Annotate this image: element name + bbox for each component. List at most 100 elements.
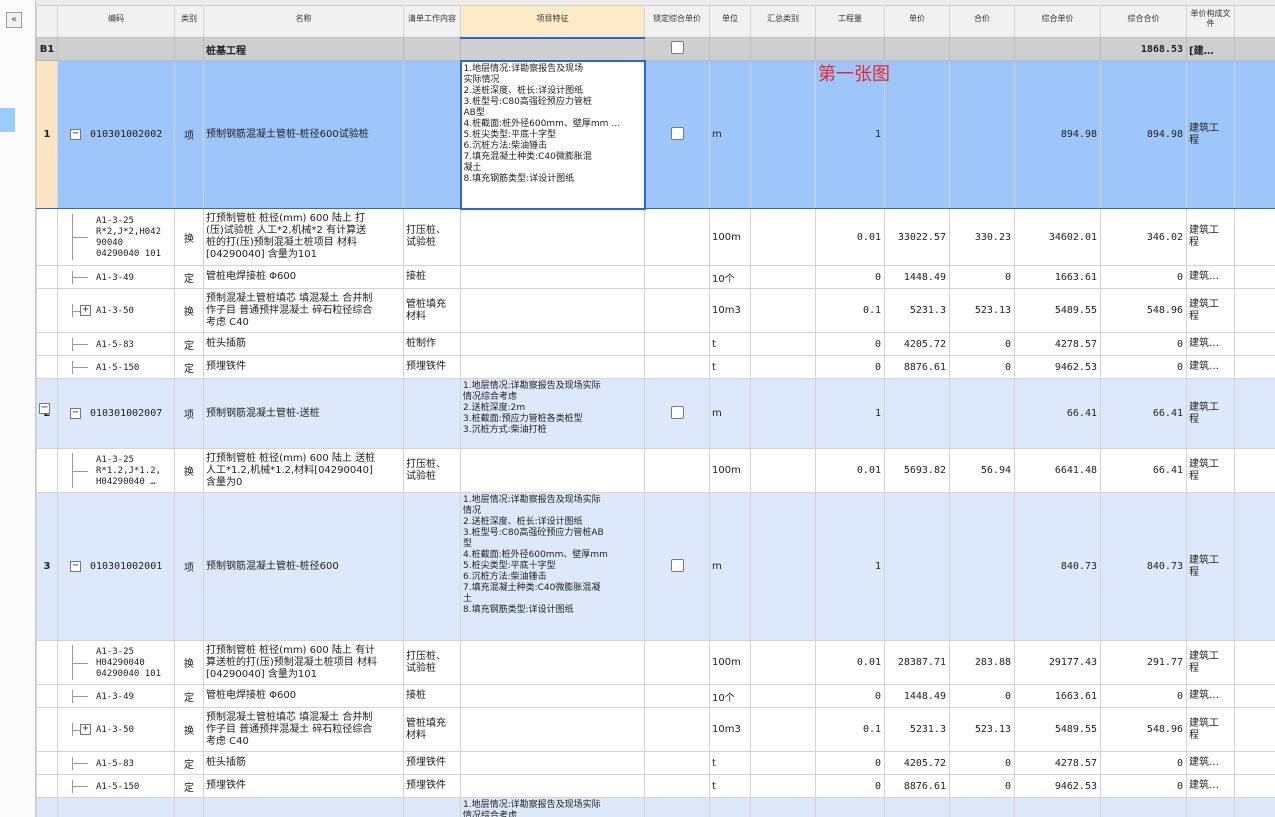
item-price-file[interactable]: 建筑工 程 — [1186, 640, 1235, 685]
item-code[interactable]: A1-3-25 R*1.2,J*1.2, H04290040 … — [57, 448, 175, 493]
quota-row[interactable]: A1-3-25 H04290040 04290040 101 换打预制管桩 桩径(… — [36, 640, 1275, 685]
item-code[interactable]: −010301002007 — [57, 378, 175, 449]
item-features[interactable]: 1.地层情况:详勘察报告及现场实际 情况综合考虑 2.送桩深度:2m 3.桩截面… — [460, 378, 645, 449]
item-comprehensive-price[interactable]: 34602.01 — [1014, 208, 1101, 266]
item-name[interactable]: 预制钢筋混凝土管桩-桩径600 — [203, 492, 404, 641]
item-unit[interactable]: t — [709, 774, 751, 798]
item-code[interactable]: A1-5-83 — [57, 751, 175, 775]
item-name[interactable]: 预埋铁件 — [203, 355, 404, 379]
item-quantity[interactable]: 1 — [815, 378, 885, 449]
bill-item-row[interactable]: 2−010301002007 项预制钢筋混凝土管桩-送桩 1.地层情况:详勘察报告及… — [36, 378, 1275, 449]
item-quantity[interactable]: 0.01 — [815, 640, 885, 685]
item-unit-price[interactable] — [884, 797, 950, 817]
item-features[interactable] — [460, 684, 645, 708]
item-quantity[interactable]: 0 — [815, 355, 885, 379]
quota-row[interactable]: A1-3-25 R*1.2,J*1.2, H04290040 … 换打预制管桩 桩… — [36, 448, 1275, 493]
item-price-file[interactable]: 建筑… — [1186, 332, 1235, 356]
item-code[interactable]: −010301002002 — [57, 60, 175, 209]
item-name[interactable]: 管桩电焊接桩 Φ600 — [203, 265, 404, 289]
item-price-file[interactable]: 建筑工 程 — [1186, 60, 1235, 209]
quota-row[interactable]: A1-5-150 定预埋铁件 预埋铁件 t 0 8876.61 0 9462.53 0 建筑… — [36, 774, 1275, 798]
item-unit[interactable]: 100m — [709, 208, 751, 266]
item-work-content[interactable]: 接桩 — [403, 265, 461, 289]
item-name[interactable]: 打预制管桩 桩径(mm) 600 陆上 有计 算送桩的打(压)预制混凝土桩项目 … — [203, 640, 404, 685]
item-unit[interactable] — [709, 797, 751, 817]
lock-price-checkbox[interactable] — [670, 405, 684, 419]
item-unit[interactable]: 10m3 — [709, 707, 751, 752]
item-code[interactable] — [57, 797, 175, 817]
item-quantity[interactable]: 0 — [815, 265, 885, 289]
header-3[interactable]: 清单工作内容 — [403, 0, 461, 38]
header-2[interactable]: 名称 — [203, 0, 404, 38]
header-13[interactable]: 单价构成文件 — [1186, 0, 1235, 38]
item-price-file[interactable]: 建筑工 程 — [1186, 208, 1235, 266]
quota-row[interactable]: + A1-3-50 换预制混凝土管桩填芯 填混凝土 合并制 作子目 普通预拌混凝土 … — [36, 288, 1275, 333]
item-code[interactable]: A1-3-25 H04290040 04290040 101 — [57, 640, 175, 685]
item-unit-price[interactable]: 5231.3 — [884, 288, 950, 333]
item-features[interactable] — [460, 208, 645, 266]
item-work-content[interactable] — [403, 797, 461, 817]
item-work-content[interactable]: 打压桩、 试验桩 — [403, 208, 461, 266]
item-price-file[interactable]: 建筑工 程 — [1186, 492, 1235, 641]
item-code[interactable]: + A1-3-50 — [57, 707, 175, 752]
item-summary-category[interactable] — [750, 684, 816, 708]
item-quantity[interactable]: 0 — [815, 774, 885, 798]
bill-item-row[interactable]: 3−010301002001 项预制钢筋混凝土管桩-桩径600 1.地层情况:详勘察… — [36, 492, 1275, 641]
item-work-content[interactable]: 管桩填充 材料 — [403, 288, 461, 333]
item-quantity[interactable]: 0.1 — [815, 707, 885, 752]
item-work-content[interactable] — [403, 492, 461, 641]
section-row-b1[interactable]: B1 − 桩基工程 1868.53 [建… — [36, 37, 1275, 414]
item-features[interactable] — [460, 448, 645, 493]
item-unit-price[interactable]: 4205.72 — [884, 332, 950, 356]
item-price-file[interactable]: 建筑… — [1186, 751, 1235, 775]
item-comprehensive-price[interactable] — [1014, 797, 1101, 817]
header-9[interactable]: 单价 — [884, 0, 950, 38]
item-work-content[interactable]: 打压桩、 试验桩 — [403, 640, 461, 685]
item-unit[interactable]: m — [709, 492, 751, 641]
item-unit-price[interactable]: 5231.3 — [884, 707, 950, 752]
item-code[interactable]: −010301002001 — [57, 492, 175, 641]
expand-icon[interactable]: + — [80, 723, 91, 735]
item-work-content[interactable]: 预埋铁件 — [403, 355, 461, 379]
item-comprehensive-price[interactable]: 1663.61 — [1014, 265, 1101, 289]
item-name[interactable]: 预制混凝土管桩填芯 填混凝土 合并制 作子目 普通预拌混凝土 碎石粒径综合 考虑… — [203, 288, 404, 333]
item-quantity[interactable]: 0.1 — [815, 288, 885, 333]
item-unit-price[interactable]: 33022.57 — [884, 208, 950, 266]
item-unit[interactable]: 10个 — [709, 265, 751, 289]
item-features[interactable]: 1.地层情况:详勘察报告及现场实际 情况 2.送桩深度、桩长:详设计图纸 3.桩… — [460, 492, 645, 641]
item-name[interactable]: 预制钢筋混凝土管桩-桩径600试验桩 — [203, 60, 404, 209]
item-summary-category[interactable] — [750, 448, 816, 493]
item-unit-price[interactable]: 8876.61 — [884, 355, 950, 379]
item-unit[interactable]: t — [709, 332, 751, 356]
item-features[interactable] — [460, 751, 645, 775]
item-unit[interactable]: m — [709, 60, 751, 209]
item-code[interactable]: A1-5-150 — [57, 355, 175, 379]
item-work-content[interactable]: 打压桩、 试验桩 — [403, 448, 461, 493]
item-name[interactable]: 预埋铁件 — [203, 774, 404, 798]
item-features[interactable] — [460, 265, 645, 289]
item-code[interactable]: + A1-3-50 — [57, 288, 175, 333]
item-work-content[interactable]: 管桩填充 材料 — [403, 707, 461, 752]
item-quantity[interactable]: 0 — [815, 684, 885, 708]
item-price-file[interactable]: 建筑工 程 — [1186, 448, 1235, 493]
item-unit-price[interactable]: 1448.49 — [884, 265, 950, 289]
quota-row[interactable]: A1-3-49 定管桩电焊接桩 Φ600 接桩 10个 0 1448.49 0 1663.61… — [36, 265, 1275, 289]
bill-item-row[interactable]: 1.地层情况:详勘察报告及现场实际 情况综合考虑 — [36, 797, 1275, 817]
item-summary-category[interactable] — [750, 640, 816, 685]
collapse-icon[interactable]: − — [70, 128, 81, 140]
quota-row[interactable]: A1-5-83 定桩头插筋 预埋铁件 t 0 4205.72 0 4278.57 0 建筑… — [36, 751, 1275, 775]
header-11[interactable]: 综合单价 — [1014, 0, 1101, 38]
header-10[interactable]: 合价 — [949, 0, 1015, 38]
item-unit[interactable]: 100m — [709, 640, 751, 685]
item-work-content[interactable] — [403, 60, 461, 209]
item-unit[interactable]: m — [709, 378, 751, 449]
item-comprehensive-price[interactable]: 5489.55 — [1014, 707, 1101, 752]
item-comprehensive-price[interactable]: 840.73 — [1014, 492, 1101, 641]
item-name[interactable]: 桩头插筋 — [203, 332, 404, 356]
quota-row[interactable]: + A1-3-50 换预制混凝土管桩填芯 填混凝土 合并制 作子目 普通预拌混凝土 … — [36, 707, 1275, 752]
item-summary-category[interactable] — [750, 208, 816, 266]
item-summary-category[interactable] — [750, 332, 816, 356]
item-quantity[interactable]: 0.01 — [815, 208, 885, 266]
item-name[interactable]: 预制混凝土管桩填芯 填混凝土 合并制 作子目 普通预拌混凝土 碎石粒径综合 考虑… — [203, 707, 404, 752]
item-unit-price[interactable]: 1448.49 — [884, 684, 950, 708]
